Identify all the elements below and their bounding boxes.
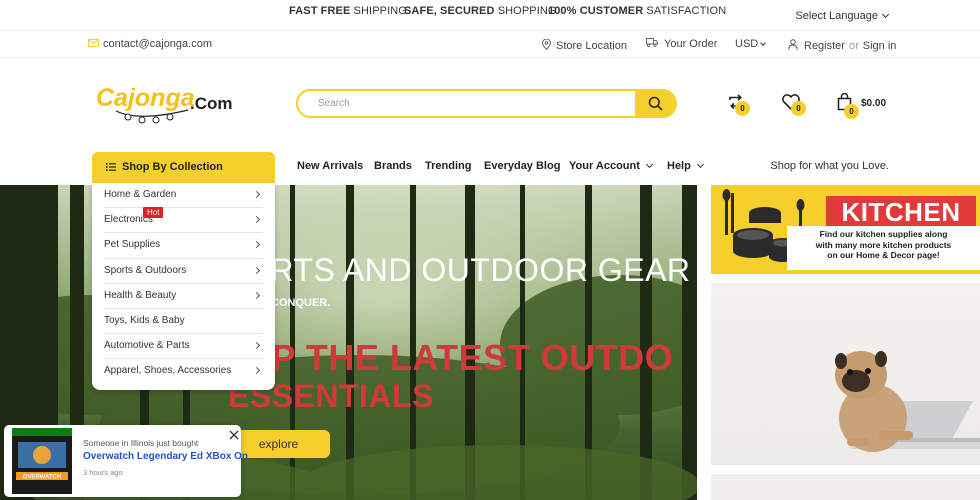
- product-thumbnail: OVERWATCH: [12, 428, 72, 494]
- cart-total[interactable]: $0.00: [861, 98, 886, 109]
- collection-dropdown: Home & Garden Electronics Pet Supplies S…: [92, 183, 275, 390]
- chevron-right-icon: [252, 291, 261, 299]
- close-icon[interactable]: [228, 429, 240, 441]
- store-location-link[interactable]: Store Location: [541, 38, 627, 52]
- user-icon: [788, 39, 798, 50]
- nav-help[interactable]: Help: [667, 160, 704, 172]
- or-separator: or: [848, 40, 859, 52]
- collection-item-health-beauty[interactable]: Health & Beauty: [104, 284, 263, 309]
- collection-item-home-garden[interactable]: Home & Garden: [104, 183, 263, 209]
- nav-brands[interactable]: Brands: [374, 160, 412, 172]
- collection-item-automotive-parts[interactable]: Automotive & Parts: [104, 334, 263, 360]
- collection-item-electronics[interactable]: Electronics: [104, 208, 263, 234]
- your-order-link[interactable]: Your Order: [646, 38, 717, 50]
- truck-icon: [646, 38, 658, 47]
- sign-in-link[interactable]: Sign in: [863, 40, 897, 52]
- pug-laptop-image: [835, 351, 980, 452]
- collection-item-toys-kids-baby[interactable]: Toys, Kids & Baby: [104, 309, 263, 335]
- list-icon: [106, 163, 116, 171]
- shop-by-collection-button[interactable]: Shop By Collection: [92, 152, 275, 183]
- logo-text: Cajonga: [96, 84, 195, 112]
- chevron-right-icon: [252, 216, 261, 224]
- purchased-product-link[interactable]: Overwatch Legendary Ed XBox On: [83, 451, 248, 462]
- chevron-down-icon: [760, 40, 767, 46]
- map-pin-icon: [541, 38, 552, 51]
- thumbnail-title: OVERWATCH: [23, 475, 61, 481]
- site-logo[interactable]: Cajonga .Com: [94, 78, 234, 128]
- nav-everyday-blog[interactable]: Everyday Blog: [484, 160, 560, 172]
- register-link[interactable]: Register: [804, 40, 845, 52]
- kitchen-title: KITCHEN: [826, 196, 976, 229]
- nav-your-account[interactable]: Your Account: [569, 160, 653, 172]
- search-bar: [296, 89, 677, 118]
- search-button[interactable]: [635, 91, 675, 116]
- chevron-right-icon: [252, 190, 261, 199]
- wishlist-count-badge: 0: [791, 101, 806, 116]
- nav-trending[interactable]: Trending: [425, 160, 471, 172]
- compare-count-badge: 0: [735, 101, 750, 116]
- hot-badge: Hot: [143, 207, 164, 218]
- chevron-down-icon: [696, 160, 704, 169]
- compare-button[interactable]: 0: [726, 92, 752, 118]
- envelope-icon: [88, 39, 99, 47]
- collection-item-sports-outdoors[interactable]: Sports & Outdoors: [104, 259, 263, 284]
- promo-strip: FAST FREE SHIPPING SAFE, SECURED SHOPPIN…: [0, 0, 980, 31]
- chevron-right-icon: [252, 241, 261, 249]
- promo-satisfaction: 100% CUSTOMER SATISFACTION: [548, 5, 727, 17]
- promo-shipping: FAST FREE SHIPPING: [289, 5, 407, 17]
- hero-title: ORTS AND OUTDOOR GEAR: [245, 252, 691, 288]
- currency-select[interactable]: USD: [735, 38, 767, 50]
- promo-secure: SAFE, SECURED SHOPPING: [404, 5, 557, 17]
- chevron-down-icon: [645, 160, 653, 169]
- collection-label: Shop By Collection: [122, 161, 223, 173]
- search-icon: [648, 96, 662, 111]
- purchase-location-text: Someone in Illinois just bought: [83, 438, 199, 448]
- contact-email[interactable]: contact@cajonga.com: [88, 38, 212, 50]
- search-input[interactable]: [298, 91, 636, 116]
- language-select[interactable]: Select Language: [795, 10, 890, 22]
- contact-bar: contact@cajonga.com Store Location Your …: [0, 31, 980, 58]
- cart-count-badge: 0: [844, 104, 859, 119]
- recent-purchase-popup[interactable]: OVERWATCH Someone in Illinois just bough…: [4, 425, 248, 497]
- pug-promo-image[interactable]: [711, 283, 980, 465]
- nav-new-arrivals[interactable]: New Arrivals: [297, 160, 363, 172]
- logo-com: .Com: [190, 94, 233, 113]
- wishlist-button[interactable]: 0: [781, 92, 807, 118]
- chevron-down-icon: [881, 10, 890, 19]
- collection-item-pet-supplies[interactable]: Pet Supplies: [104, 233, 263, 259]
- tagline: Shop for what you Love.: [770, 160, 889, 172]
- collection-item-apparel[interactable]: Apparel, Shoes, Accessories: [104, 359, 263, 384]
- hero-headline-line1: OP THE LATEST OUTDO: [243, 337, 674, 378]
- account-links: Register or Sign in: [788, 38, 896, 52]
- chevron-right-icon: [252, 342, 261, 350]
- purchase-time: 3 hours ago: [83, 468, 123, 477]
- cart-button[interactable]: 0: [836, 92, 862, 119]
- kitchen-description: Find our kitchen supplies along with man…: [815, 229, 952, 260]
- chevron-right-icon: [252, 266, 261, 274]
- partial-promo-panel: [711, 474, 980, 500]
- chevron-right-icon: [252, 367, 261, 375]
